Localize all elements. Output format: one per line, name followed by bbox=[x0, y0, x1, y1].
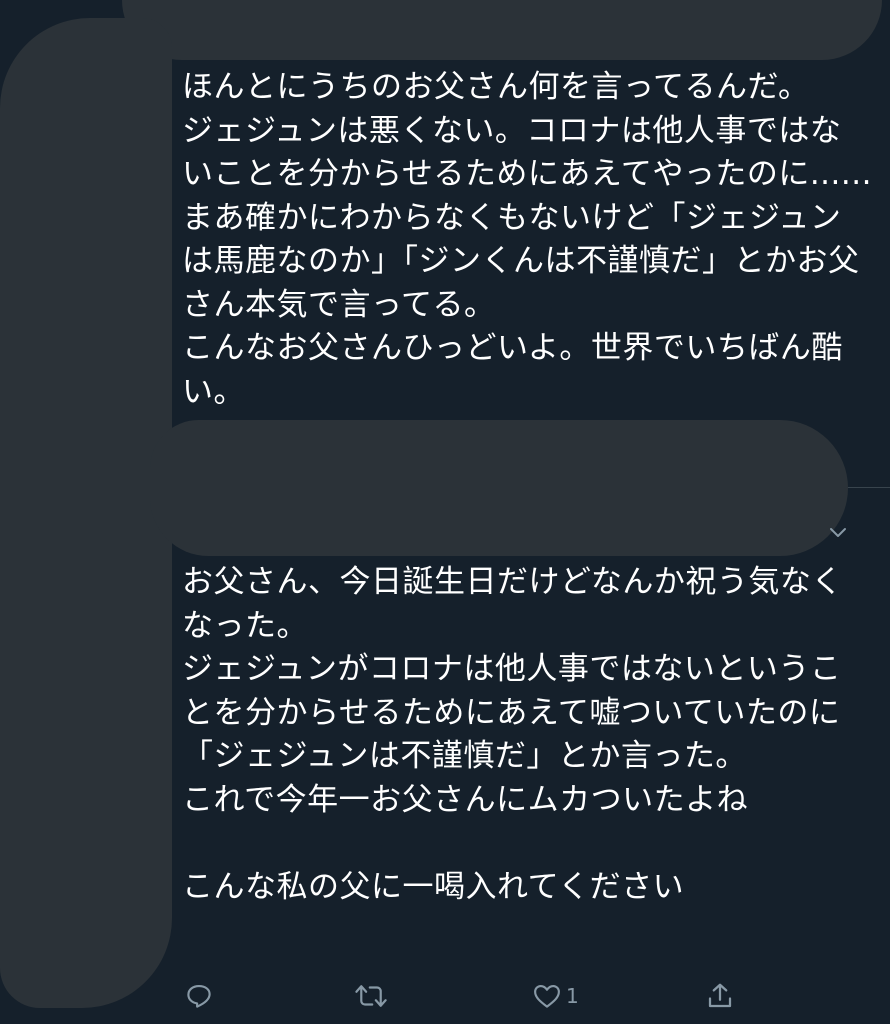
share-button[interactable] bbox=[705, 976, 735, 1016]
tweet-actions: 1 bbox=[0, 976, 890, 1016]
like-count: 1 bbox=[566, 984, 579, 1008]
reply-icon bbox=[184, 981, 214, 1011]
chevron-down-icon[interactable] bbox=[826, 520, 850, 544]
share-icon bbox=[705, 981, 735, 1011]
redaction-top bbox=[122, 0, 882, 60]
redaction-avatar-column bbox=[0, 18, 172, 1008]
tweet-thread: ほんとにうちのお父さん何を言ってるんだ。 ジェジュンは悪くない。コロナは他人事で… bbox=[0, 0, 890, 1024]
redaction-header bbox=[150, 420, 848, 556]
heart-icon bbox=[532, 981, 562, 1011]
tweet-1-text: ほんとにうちのお父さん何を言ってるんだ。 ジェジュンは悪くない。コロナは他人事で… bbox=[182, 69, 872, 410]
retweet-icon bbox=[354, 981, 388, 1011]
retweet-button[interactable] bbox=[354, 976, 388, 1016]
tweet-2-text: お父さん、今日誕生日だけどなんか祝う気なくなった。 ジェジュンがコロナは他人事で… bbox=[182, 564, 843, 905]
like-button[interactable]: 1 bbox=[532, 976, 579, 1016]
reply-button[interactable] bbox=[184, 976, 214, 1016]
